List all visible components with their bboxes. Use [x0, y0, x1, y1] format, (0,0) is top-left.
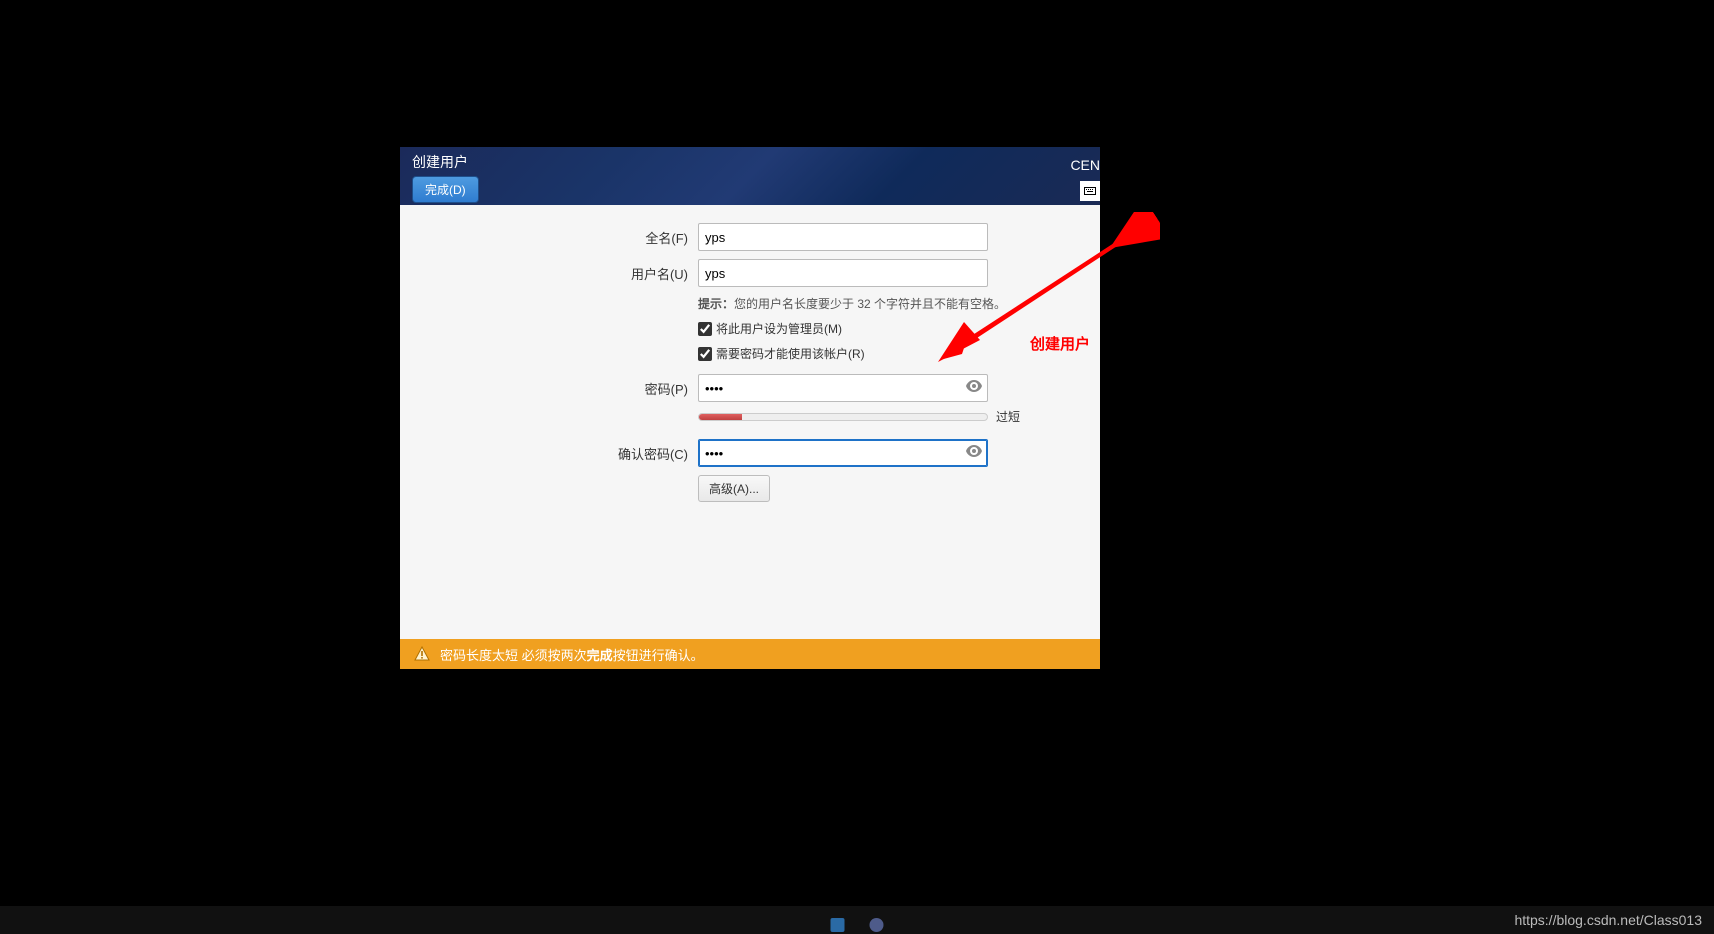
username-input[interactable]: [698, 259, 988, 287]
taskbar: [0, 906, 1714, 934]
reveal-password-icon[interactable]: [966, 379, 982, 395]
header-bar: 创建用户 完成(D) CEN: [400, 147, 1100, 205]
fullname-label: 全名(F): [410, 228, 698, 247]
brand-label: CEN: [1070, 157, 1100, 173]
password-label: 密码(P): [410, 379, 698, 398]
password-strength-bar: [698, 413, 988, 421]
username-hint: 提示：您的用户名长度要少于 32 个字符并且不能有空格。: [698, 295, 1006, 312]
warning-bar: 密码长度太短 必须按两次完成按钮进行确认。: [400, 639, 1100, 669]
warning-text: 密码长度太短 必须按两次完成按钮进行确认。: [440, 645, 704, 664]
annotation-label: 创建用户: [1030, 333, 1090, 354]
advanced-button[interactable]: 高级(A)...: [698, 475, 770, 502]
keyboard-icon: [1084, 187, 1096, 195]
form-area: 全名(F) 用户名(U) 提示：您的用户名长度要少于 32 个字符并且不能有空格…: [400, 205, 1100, 520]
taskbar-icon[interactable]: [831, 918, 845, 932]
password-strength-label: 过短: [996, 408, 1020, 425]
taskbar-icon[interactable]: [870, 918, 884, 932]
password-input[interactable]: [698, 374, 988, 402]
require-password-checkbox[interactable]: [698, 347, 712, 361]
confirm-password-label: 确认密码(C): [410, 444, 698, 463]
warning-icon: [414, 646, 430, 662]
admin-checkbox[interactable]: [698, 322, 712, 336]
keyboard-layout-badge[interactable]: [1080, 181, 1100, 201]
page-title: 创建用户: [412, 152, 1088, 172]
require-password-checkbox-label[interactable]: 需要密码才能使用该帐户(R): [698, 345, 988, 362]
fullname-input[interactable]: [698, 223, 988, 251]
admin-checkbox-label[interactable]: 将此用户设为管理员(M): [698, 320, 988, 337]
username-label: 用户名(U): [410, 264, 698, 283]
watermark: https://blog.csdn.net/Class013: [1514, 912, 1702, 928]
done-button[interactable]: 完成(D): [412, 176, 479, 203]
installer-window: 创建用户 完成(D) CEN 全名(F) 用户名(U) 提示：您的用户名长度要少…: [400, 147, 1100, 669]
reveal-confirm-password-icon[interactable]: [966, 444, 982, 460]
confirm-password-input[interactable]: [698, 439, 988, 467]
